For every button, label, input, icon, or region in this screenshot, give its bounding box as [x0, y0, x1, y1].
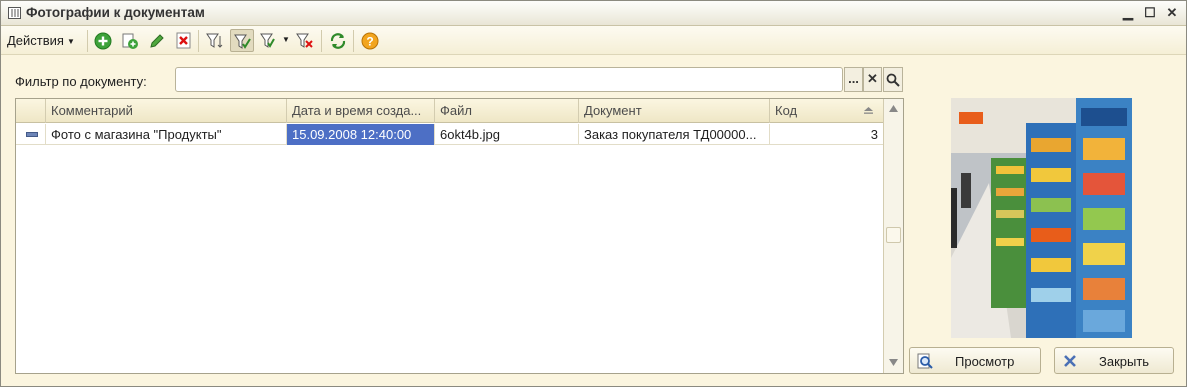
table-row[interactable]: Фото с магазина "Продукты" 15.09.2008 12…	[16, 124, 883, 145]
search-button[interactable]	[883, 67, 903, 92]
app-icon	[8, 7, 21, 19]
maximize-icon[interactable]: ☐	[1142, 5, 1158, 21]
documents-table[interactable]: Комментарий Дата и время созда... Файл Д…	[15, 98, 904, 374]
toolbar: Действия ▼ ▼ ?	[1, 26, 1186, 55]
column-header-file[interactable]: Файл	[435, 99, 579, 123]
filter-label: Фильтр по документу:	[15, 74, 147, 89]
actions-menu-label: Действия	[7, 33, 64, 48]
edit-button[interactable]	[145, 29, 169, 52]
column-header-document[interactable]: Документ	[579, 99, 770, 123]
svg-text:?: ?	[366, 35, 373, 49]
close-button[interactable]: Закрыть	[1054, 347, 1174, 374]
cell-comment[interactable]: Фото с магазина "Продукты"	[46, 124, 287, 145]
chevron-down-icon: ▼	[66, 37, 75, 47]
preview-button-label: Просмотр	[955, 354, 1015, 369]
photo-preview	[951, 98, 1132, 338]
edit-icon	[150, 34, 164, 48]
help-button[interactable]: ?	[358, 29, 382, 52]
clear-filter-icon	[296, 33, 313, 48]
ellipsis-icon: ...	[848, 71, 859, 86]
cell-datetime[interactable]: 15.09.2008 12:40:00	[287, 124, 435, 145]
minimize-icon[interactable]: ▁	[1120, 5, 1136, 21]
cell-document[interactable]: Заказ покупателя ТД00000...	[579, 124, 770, 145]
window: Фотографии к документам ▁ ☐ ✕ Действия▼	[0, 0, 1187, 387]
store-photo-image	[951, 98, 1132, 338]
filter-settings-icon	[206, 33, 223, 48]
scroll-down-icon[interactable]	[888, 357, 899, 367]
preview-button[interactable]: Просмотр	[909, 347, 1041, 374]
cell-file[interactable]: 6okt4b.jpg	[435, 124, 579, 145]
filter-by-value-icon	[234, 34, 251, 49]
close-x-icon	[1064, 355, 1076, 367]
toolbar-separator	[321, 30, 322, 52]
clear-filter-button[interactable]	[293, 29, 317, 52]
row-indicator	[16, 124, 46, 145]
sort-ascending-icon	[864, 107, 873, 114]
document-filter-input[interactable]	[175, 67, 843, 92]
actions-menu[interactable]: Действия ▼	[7, 33, 75, 48]
filter-by-value-button[interactable]	[230, 29, 254, 52]
window-title: Фотографии к документам	[26, 5, 205, 20]
chevron-down-icon[interactable]: ▼	[282, 35, 290, 44]
refresh-icon	[330, 33, 346, 49]
add-icon	[94, 32, 112, 50]
clear-icon: ✕	[867, 71, 878, 86]
column-header-datetime[interactable]: Дата и время созда...	[287, 99, 435, 123]
toolbar-separator	[87, 30, 88, 52]
magnifier-icon	[917, 353, 933, 369]
filter-history-icon	[260, 33, 275, 48]
row-indicator-header	[16, 99, 46, 123]
column-header-comment[interactable]: Комментарий	[46, 99, 287, 123]
toolbar-separator	[353, 30, 354, 52]
title-bar: Фотографии к документам ▁ ☐ ✕	[1, 1, 1186, 26]
close-button-label: Закрыть	[1099, 354, 1150, 369]
scroll-up-icon[interactable]	[888, 104, 899, 114]
scroll-thumb[interactable]	[886, 227, 901, 243]
filter-settings-button[interactable]	[203, 29, 227, 52]
cell-code[interactable]: 3	[770, 124, 883, 145]
delete-icon	[176, 32, 191, 49]
add-button[interactable]	[91, 29, 115, 52]
row-state-icon	[26, 132, 38, 137]
copy-icon	[122, 33, 138, 49]
toolbar-separator	[198, 30, 199, 52]
delete-button[interactable]	[172, 29, 196, 52]
copy-button[interactable]	[118, 29, 142, 52]
help-icon: ?	[361, 32, 379, 50]
search-icon	[886, 73, 900, 87]
refresh-button[interactable]	[326, 29, 350, 52]
table-header: Комментарий Дата и время созда... Файл Д…	[16, 99, 883, 123]
vertical-scrollbar[interactable]	[883, 99, 903, 373]
select-document-button[interactable]: ...	[844, 67, 863, 92]
close-icon[interactable]: ✕	[1164, 5, 1180, 21]
filter-history-button[interactable]	[257, 29, 281, 52]
clear-filter-field-button[interactable]: ✕	[863, 67, 882, 92]
